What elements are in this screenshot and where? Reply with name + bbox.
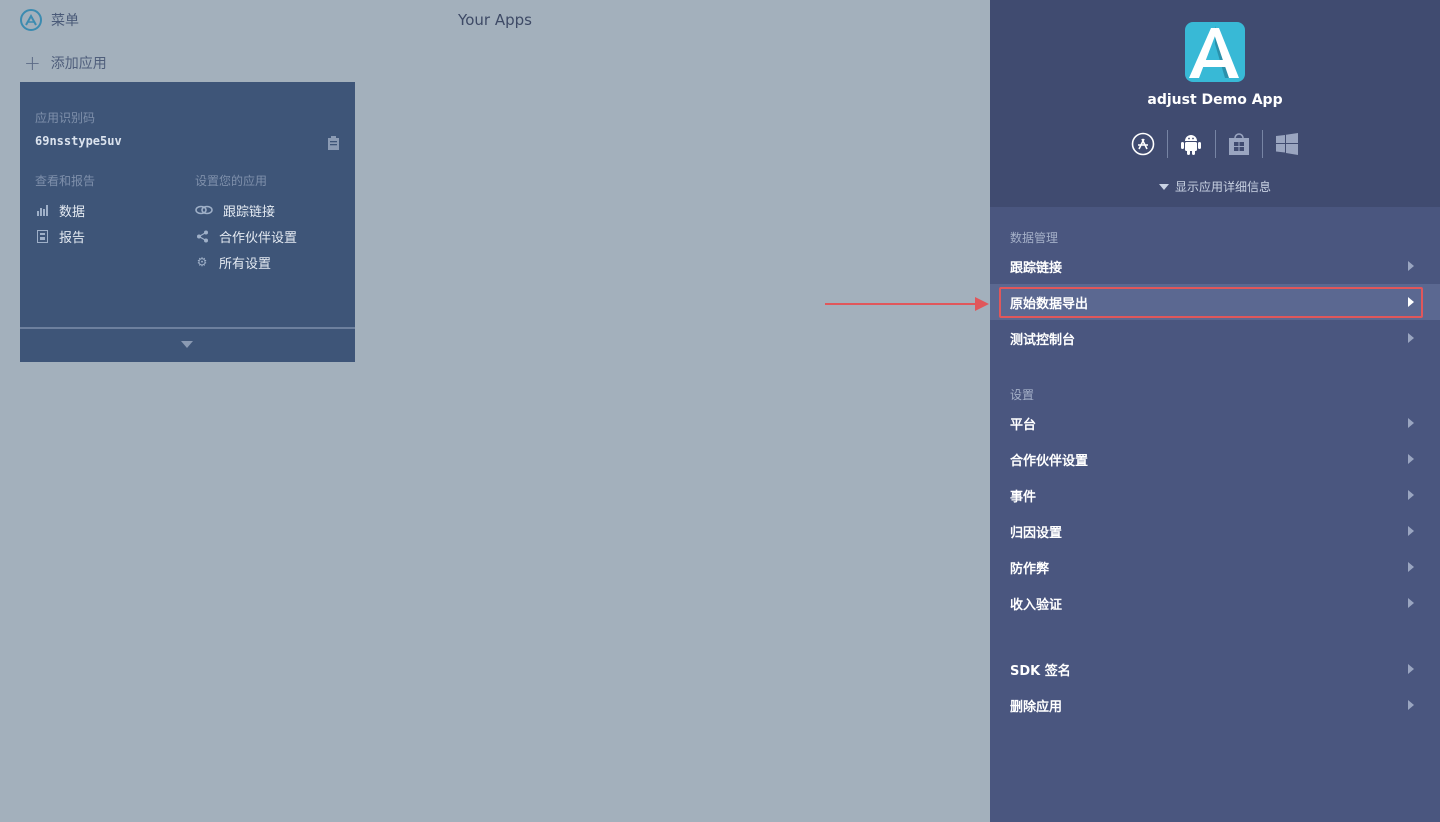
nav-label: 归因设置 [1010,525,1063,541]
report-link[interactable]: 报告 [35,223,95,249]
add-app-button[interactable]: + 添加应用 [24,53,107,73]
all-settings-link[interactable]: ⚙ 所有设置 [195,249,297,275]
setup-heading: 设置您的应用 [195,174,268,188]
app-menu-panel: adjust Demo App 显示应用详细信息 数据管理 跟踪链接 原始数据导… [990,0,1440,822]
view-report-column: 查看和报告 数据 报告 [35,172,95,249]
app-logo-icon [1185,22,1245,82]
panel-header: adjust Demo App 显示应用详细信息 [990,0,1440,207]
plus-icon: + [24,51,41,75]
data-link[interactable]: 数据 [35,197,95,223]
data-management-heading: 数据管理 [1010,231,1059,245]
report-icon [35,229,49,243]
nav-tracking-links[interactable]: 跟踪链接 [990,248,1440,284]
report-link-label: 报告 [59,230,86,246]
data-link-label: 数据 [59,204,86,220]
nav-label: 测试控制台 [1010,332,1076,348]
chevron-right-icon [1408,700,1414,710]
nav-partner-settings[interactable]: 合作伙伴设置 [990,441,1440,477]
setup-column: 设置您的应用 跟踪链接 合作伙伴设置 ⚙ 所有设置 [195,172,297,275]
triangle-down-icon [1158,184,1169,190]
nav-sdk-signature[interactable]: SDK 签名 [990,651,1440,687]
annotation-arrow-line [825,303,977,305]
card-divider [20,327,355,329]
page-title: Your Apps [458,11,532,29]
chevron-right-icon [1408,297,1414,307]
annotation-arrow-head [975,297,989,311]
clipboard-icon[interactable] [327,136,340,151]
all-settings-label: 所有设置 [219,256,272,272]
nav-label: 跟踪链接 [1010,260,1063,276]
windows-store-icon[interactable] [1215,129,1262,159]
share-icon [195,229,209,243]
add-app-label: 添加应用 [50,56,107,72]
chevron-right-icon [1408,562,1414,572]
app-name: adjust Demo App [1147,92,1283,108]
nav-raw-data-export[interactable]: 原始数据导出 [990,284,1440,320]
tracking-link-label: 跟踪链接 [223,204,276,220]
windows-icon[interactable] [1263,129,1310,159]
nav-fraud-prevention[interactable]: 防作弊 [990,549,1440,585]
app-id-label: 应用识别码 [35,111,96,125]
nav-events[interactable]: 事件 [990,477,1440,513]
app-store-icon[interactable] [1120,129,1167,159]
nav-attribution-settings[interactable]: 归因设置 [990,513,1440,549]
gear-icon: ⚙ [196,255,208,269]
chevron-right-icon [1408,526,1414,536]
nav-revenue-verification[interactable]: 收入验证 [990,585,1440,621]
nav-testing-console[interactable]: 测试控制台 [990,320,1440,356]
view-report-heading: 查看和报告 [35,174,96,188]
chevron-right-icon [1408,490,1414,500]
tracking-link[interactable]: 跟踪链接 [195,197,297,223]
settings-heading: 设置 [1010,388,1035,402]
nav-label: SDK 签名 [1010,663,1071,679]
chevron-right-icon [1408,261,1414,271]
show-app-details-toggle[interactable]: 显示应用详细信息 [990,178,1440,195]
nav-label: 合作伙伴设置 [1010,453,1089,469]
chevron-right-icon [1408,598,1414,608]
nav-label: 防作弊 [1010,561,1050,577]
top-bar: 菜单 Your Apps [0,0,990,42]
app-id-value: 69nsstype5uv [35,134,122,148]
partner-settings-link[interactable]: 合作伙伴设置 [195,223,297,249]
chevron-right-icon [1408,454,1414,464]
nav-label: 平台 [1010,417,1037,433]
nav-label: 删除应用 [1010,699,1063,715]
expand-card-icon[interactable] [181,341,193,348]
chevron-right-icon [1408,418,1414,428]
nav-platforms[interactable]: 平台 [990,405,1440,441]
partner-settings-label: 合作伙伴设置 [219,230,298,246]
platform-icons [1120,128,1310,160]
nav-label: 事件 [1010,489,1037,505]
nav-label: 收入验证 [1010,597,1063,613]
nav-delete-app[interactable]: 删除应用 [990,687,1440,723]
chevron-right-icon [1408,664,1414,674]
app-card: 应用识别码 69nsstype5uv 查看和报告 数据 报告 设置您的应用 跟踪… [20,82,355,362]
bar-chart-icon [35,203,49,217]
android-icon[interactable] [1168,129,1215,159]
link-icon [195,203,213,217]
chevron-right-icon [1408,333,1414,343]
show-app-details-label: 显示应用详细信息 [1174,180,1271,194]
nav-label: 原始数据导出 [1010,296,1089,312]
